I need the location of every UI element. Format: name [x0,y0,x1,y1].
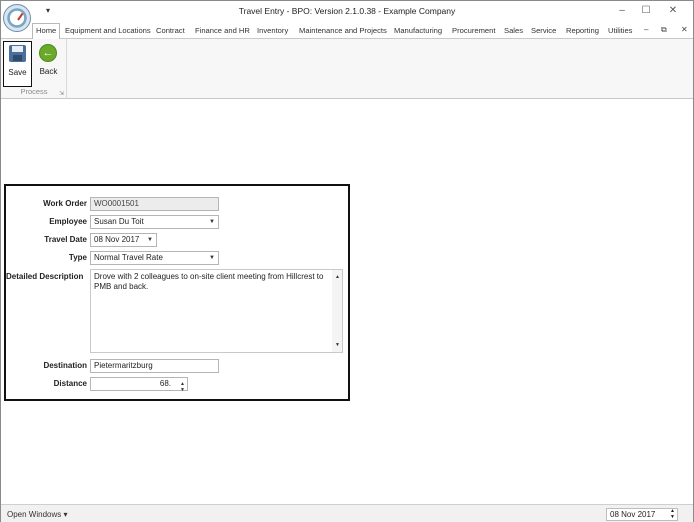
distance-value: 68. [159,379,171,388]
back-button[interactable]: ← Back [35,41,62,87]
ribbon-tabs: Home Equipment and Locations Contract Fi… [1,22,693,40]
tab-maintenance-and-projects[interactable]: Maintenance and Projects [299,24,387,39]
travel-date-value: 08 Nov 2017 [94,235,140,244]
destination-label: Destination [43,361,87,370]
chevron-down-icon[interactable]: ▼ [147,234,153,246]
save-button[interactable]: Save [3,41,32,87]
minimize-icon[interactable]: – [610,4,634,18]
travel-entry-form: Work Order WO0001501 Employee Susan Du T… [4,184,350,401]
type-label: Type [68,253,87,262]
chevron-down-icon: ▾ [63,510,68,519]
ribbon: Save ← Back Process ⇲ [1,39,693,99]
date-spin-icon[interactable]: ▲ ▼ [670,508,675,520]
tab-service[interactable]: Service [531,24,556,39]
type-value: Normal Travel Rate [94,253,163,262]
back-button-label: Back [39,67,58,76]
tab-reporting[interactable]: Reporting [566,24,599,39]
travel-date-label: Travel Date [44,235,87,244]
scroll-down-icon[interactable]: ▼ [335,340,340,350]
description-scrollbar[interactable]: ▲ ▼ [332,270,342,352]
tab-utilities[interactable]: Utilities [608,24,632,39]
type-select[interactable]: Normal Travel Rate ▼ [90,251,219,265]
work-order-field: WO0001501 [90,197,219,211]
group-label-process: Process [20,87,48,96]
status-date-value: 08 Nov 2017 [610,510,656,519]
spin-down-icon[interactable]: ▼ [180,384,185,396]
employee-value: Susan Du Toit [94,217,144,226]
mdi-minimize-icon[interactable]: – [644,25,648,34]
distance-label: Distance [53,379,87,388]
floppy-disk-icon [9,45,26,62]
employee-label: Employee [49,217,87,226]
title-bar: ▾ Travel Entry - BPO: Version 2.1.0.38 -… [1,1,693,22]
mdi-restore-icon[interactable]: ⧉ [661,25,667,35]
app-window: ▾ Travel Entry - BPO: Version 2.1.0.38 -… [0,0,694,522]
chevron-down-icon[interactable]: ▼ [209,216,215,228]
tab-inventory[interactable]: Inventory [257,24,288,39]
employee-select[interactable]: Susan Du Toit ▼ [90,215,219,229]
maximize-icon[interactable]: ☐ [634,4,658,18]
description-label: Detailed Description [6,272,84,281]
window-title: Travel Entry - BPO: Version 2.1.0.38 - E… [238,6,456,16]
tab-contract[interactable]: Contract [156,24,185,39]
scroll-up-icon[interactable]: ▲ [335,272,340,282]
distance-spinner[interactable]: 68. ▲ ▼ [90,377,188,393]
group-launcher-icon[interactable]: ⇲ [59,90,64,97]
back-arrow-icon: ← [39,44,57,62]
tab-procurement[interactable]: Procurement [452,24,495,39]
work-order-label: Work Order [43,199,87,208]
travel-date-picker[interactable]: 08 Nov 2017 ▼ [90,233,157,247]
destination-field[interactable]: Pietermaritzburg [90,359,219,373]
open-windows-button[interactable]: Open Windows ▾ [7,510,68,519]
gauge-icon[interactable] [3,4,31,32]
status-bar: Open Windows ▾ 08 Nov 2017 ▲ ▼ [1,504,693,522]
description-textarea[interactable]: Drove with 2 colleagues to on-site clien… [90,269,343,353]
tab-sales[interactable]: Sales [504,24,523,39]
open-windows-label: Open Windows [7,510,62,519]
status-date-picker[interactable]: 08 Nov 2017 ▲ ▼ [606,508,678,521]
close-icon[interactable]: ✕ [661,4,685,18]
tab-finance-and-hr[interactable]: Finance and HR [195,24,250,39]
tab-manufacturing[interactable]: Manufacturing [394,24,442,39]
ribbon-group-process: Save ← Back Process ⇲ [1,39,67,99]
chevron-down-icon[interactable]: ▼ [209,252,215,264]
save-button-label: Save [8,68,27,77]
tab-home[interactable]: Home [32,23,61,40]
description-value: Drove with 2 colleagues to on-site clien… [94,272,324,291]
tab-equipment-and-locations[interactable]: Equipment and Locations [65,24,151,39]
mdi-close-icon[interactable]: ✕ [681,25,688,34]
